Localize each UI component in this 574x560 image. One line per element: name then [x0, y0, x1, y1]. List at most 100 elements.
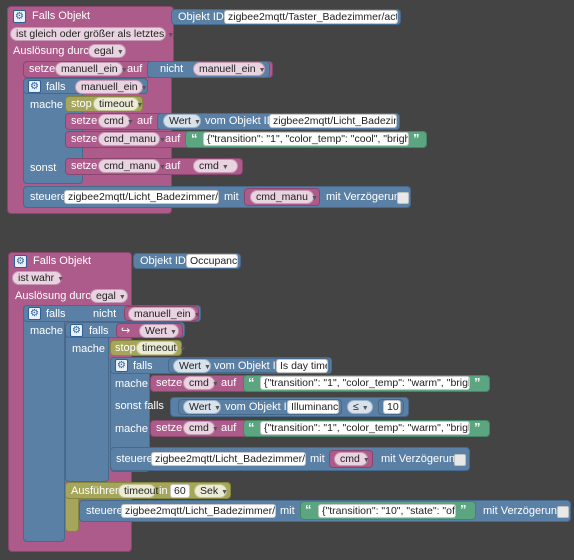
chevron-down-icon: ▼	[258, 67, 266, 74]
gear-icon[interactable]: ⚙	[13, 10, 26, 23]
chevron-down-icon: ▼	[213, 405, 221, 412]
object-id-field[interactable]: zigbee2mqtt/Licht_Badezimmer/set	[121, 504, 276, 518]
number-field[interactable]: 10	[383, 400, 401, 414]
if-label: falls	[133, 360, 153, 372]
do-label: mache	[115, 423, 149, 435]
timeout-dropdown[interactable]: timeout	[118, 484, 159, 498]
else-label: sonst	[30, 162, 57, 174]
auf-label: auf	[221, 377, 237, 389]
timeout-dropdown[interactable]: timeout ▼	[93, 97, 143, 111]
from-object-label: vom Objekt ID	[205, 115, 275, 127]
variable-dropdown[interactable]: manuell_ein ▼	[193, 62, 266, 76]
trigger-label: Auslösung durch	[13, 45, 95, 57]
object-id-field[interactable]: zigbee2mqtt/Licht_Badezimmer/set	[151, 452, 306, 466]
text-field[interactable]: {"transition": "1", "color_temp": "cool"…	[203, 132, 409, 146]
return-arrow-icon: ↪	[121, 325, 131, 337]
operator-dropdown[interactable]: ≤ ▼	[347, 400, 373, 414]
variable-dropdown[interactable]: manuell_ein ▼	[128, 307, 201, 321]
gear-icon[interactable]: ⚙	[14, 255, 27, 268]
gear-icon[interactable]: ⚙	[115, 359, 128, 372]
checkbox-icon[interactable]	[454, 454, 466, 466]
open-quote-icon: “	[191, 131, 198, 146]
chevron-down-icon: ▼	[140, 85, 148, 92]
control-label: steuere	[86, 505, 123, 517]
variable-name: cmd_manu	[256, 191, 308, 203]
text-field[interactable]: {"transition": "1", "color_temp": "warm"…	[260, 376, 470, 390]
chevron-down-icon: ▼	[179, 346, 187, 353]
timeout-name: timeout	[124, 485, 159, 497]
timeout-dropdown[interactable]: timeout ▼	[136, 341, 186, 355]
text-field[interactable]: {"transition": "10", "state": "off"}	[318, 504, 456, 518]
with-label: mit	[310, 453, 325, 465]
value-dropdown[interactable]: Wert ▼	[173, 359, 211, 373]
text-field[interactable]: {"transition": "1", "color_temp": "warm"…	[260, 421, 470, 435]
chevron-down-icon: ▼	[193, 119, 201, 126]
if-block[interactable]	[23, 305, 65, 542]
variable-dropdown[interactable]: cmd ▼	[183, 376, 219, 390]
object-id-field[interactable]: zigbee2mqtt/Licht_Badezimmer/set	[64, 190, 219, 204]
variable-dropdown[interactable]: manuell_ein ▼	[55, 62, 128, 76]
execute-label: Ausführen	[71, 485, 122, 497]
condition-dropdown[interactable]: ist wahr ▼	[12, 271, 64, 285]
control-label: steuere	[30, 191, 67, 203]
value-dropdown[interactable]: Wert ▼	[139, 324, 179, 338]
object-id-field[interactable]: Illuminance	[287, 400, 339, 414]
variable-dropdown[interactable]: cmd ▼	[334, 452, 370, 466]
close-quote-icon: ”	[413, 131, 420, 146]
event-header-label: Falls Objekt	[33, 255, 92, 267]
variable-dropdown[interactable]: cmd_manu ▼	[98, 132, 166, 146]
object-id-field[interactable]: zigbee2mqtt/Taster_Badezimmer/action	[224, 10, 398, 24]
variable-name: cmd_manu	[104, 160, 156, 172]
chevron-down-icon: ▼	[126, 119, 134, 126]
gear-icon[interactable]: ⚙	[70, 324, 83, 337]
chevron-down-icon: ▼	[211, 426, 219, 433]
variable-dropdown[interactable]: cmd_manu ▼	[250, 190, 318, 204]
do-label: mache	[72, 343, 106, 355]
gear-icon[interactable]: ⚙	[28, 307, 41, 320]
object-id-field[interactable]: zigbee2mqtt/Licht_Badezimmer/set	[269, 114, 397, 128]
object-id-field[interactable]: Occupancy	[186, 254, 238, 268]
do-label: mache	[115, 378, 149, 390]
variable-dropdown[interactable]: cmd ▼	[183, 421, 219, 435]
delay-label: mit Verzögerung	[381, 453, 462, 465]
chevron-down-icon: ▼	[118, 294, 126, 301]
delay-number-field[interactable]: 60	[170, 484, 190, 498]
trigger-dropdown[interactable]: egal ▼	[88, 44, 126, 58]
gear-icon[interactable]: ⚙	[28, 80, 41, 93]
checkbox-icon[interactable]	[397, 192, 409, 204]
variable-dropdown[interactable]: cmd ▼	[98, 114, 134, 128]
auf-label: auf	[165, 133, 181, 145]
value-dropdown[interactable]: Wert ▼	[183, 400, 221, 414]
variable-dropdown[interactable]: cmd_manu ▼	[98, 159, 166, 173]
variable-name: cmd	[189, 422, 209, 434]
timeout-name: timeout	[142, 342, 177, 354]
variable-dropdown[interactable]: cmd ▼	[193, 159, 238, 173]
event-header-label: Falls Objekt	[32, 10, 91, 22]
variable-name: cmd	[104, 115, 124, 127]
object-id-field[interactable]: Is day time	[276, 359, 328, 373]
open-quote-icon: “	[248, 420, 255, 435]
value-dropdown[interactable]: Wert ▼	[163, 114, 201, 128]
operator-value: ≤	[353, 401, 359, 413]
not-label: nicht	[160, 63, 184, 75]
trigger-label: Auslösung durch	[15, 290, 97, 302]
condition-dropdown[interactable]: ist gleich oder größer als letztes ▼	[10, 27, 174, 41]
control-label: steuere	[116, 453, 153, 465]
if-label: falls	[89, 325, 109, 337]
unit-dropdown[interactable]: Sek ▼	[194, 484, 228, 498]
variable-name: manuell_ein	[199, 63, 256, 75]
trigger-dropdown[interactable]: egal ▼	[90, 289, 128, 303]
setze-label: setze	[29, 63, 56, 75]
stop-label: stop	[115, 342, 136, 354]
variable-dropdown[interactable]: manuell_ein ▼	[75, 80, 148, 94]
open-quote-icon: “	[305, 502, 312, 517]
chevron-down-icon: ▼	[361, 405, 369, 412]
in-label: in	[159, 485, 168, 497]
close-quote-icon: ”	[460, 502, 467, 517]
checkbox-icon[interactable]	[557, 506, 569, 518]
chevron-down-icon: ▼	[167, 32, 175, 39]
chevron-down-icon: ▼	[203, 364, 211, 371]
close-quote-icon: ”	[474, 375, 481, 390]
do-label: mache	[30, 325, 64, 337]
setze-label: setze	[71, 115, 98, 127]
